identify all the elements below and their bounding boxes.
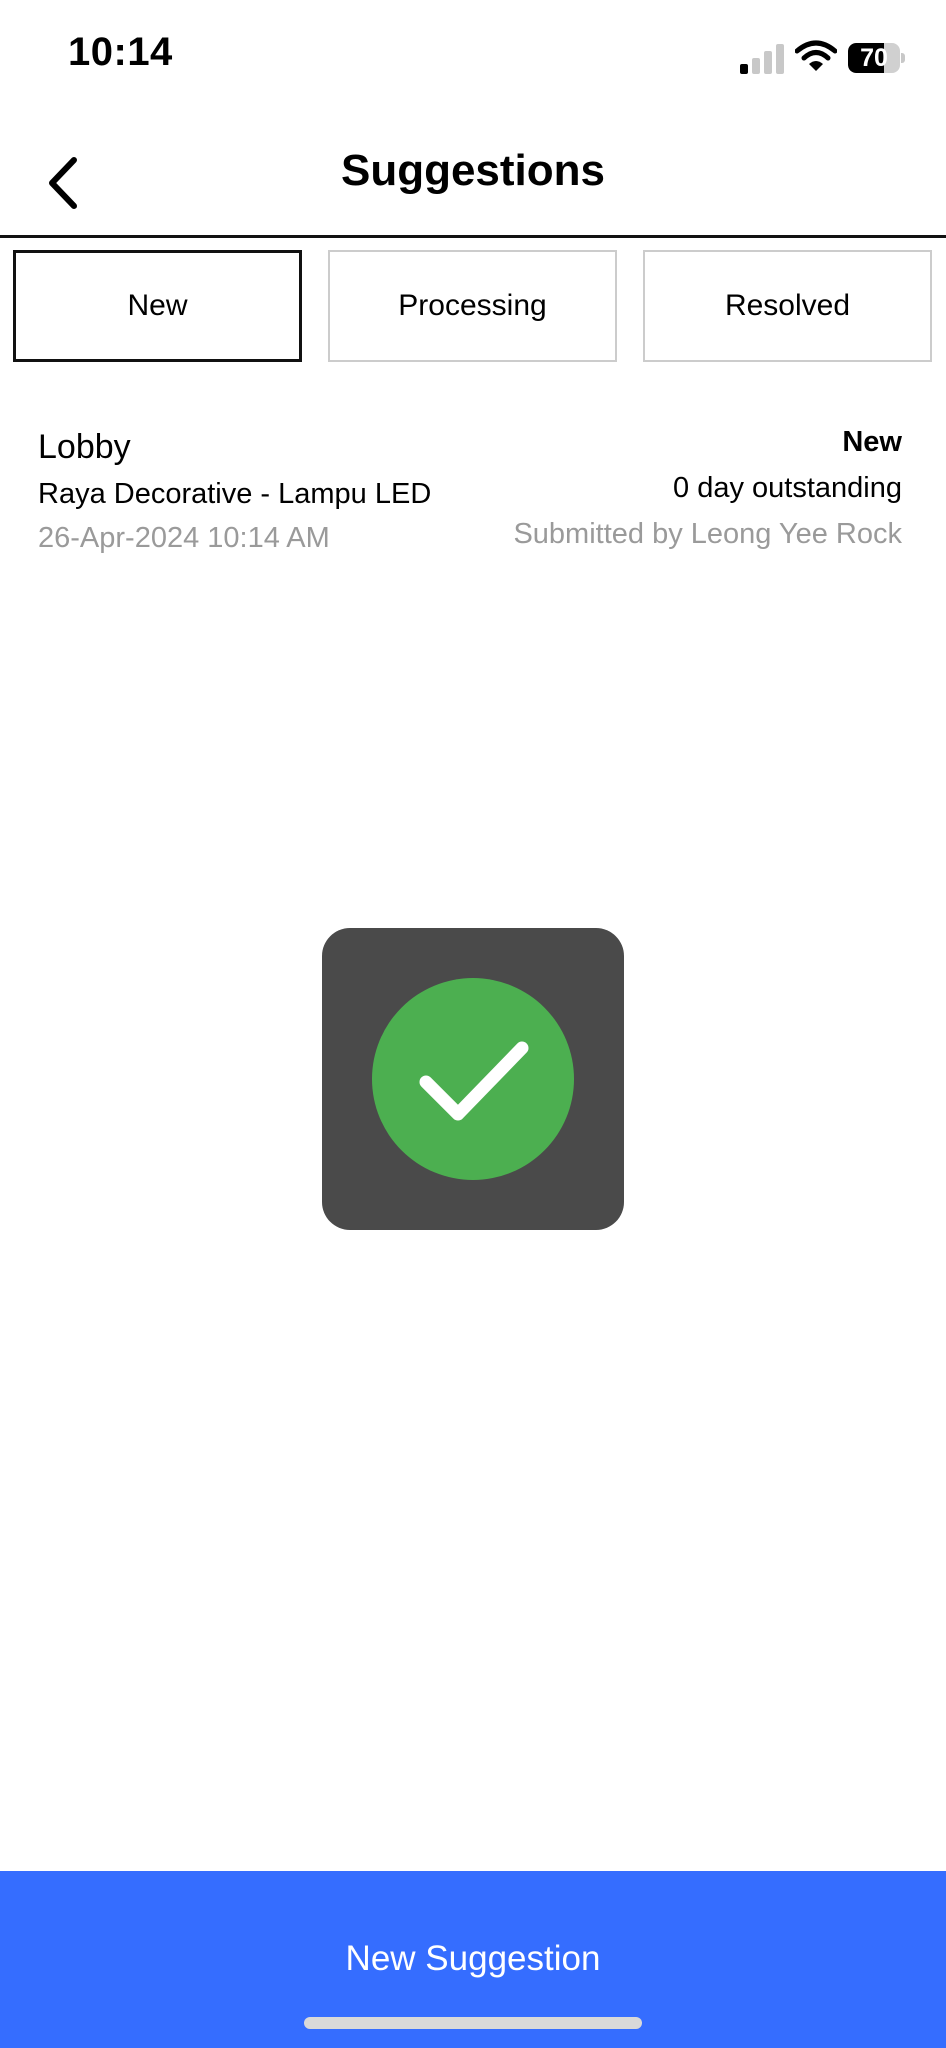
cellular-signal-icon [740, 44, 784, 74]
suggestion-title: Raya Decorative - Lampu LED [38, 478, 432, 510]
suggestion-list-item[interactable]: Lobby Raya Decorative - Lampu LED 26-Apr… [0, 420, 946, 570]
suggestion-status: New [842, 426, 902, 458]
suggestion-outstanding: 0 day outstanding [673, 472, 902, 504]
tab-label: New [127, 289, 188, 322]
tab-label: Resolved [724, 289, 851, 322]
success-toast [322, 928, 624, 1230]
status-time: 10:14 [68, 30, 173, 74]
battery-icon: 70 [848, 43, 905, 73]
tab-bar: New Processing Resolved [0, 250, 946, 362]
status-bar: 10:14 70 [0, 0, 946, 110]
new-suggestion-label: New Suggestion [345, 1939, 601, 1978]
tab-new[interactable]: New [13, 250, 302, 362]
tab-processing[interactable]: Processing [328, 250, 617, 362]
header: Suggestions [0, 110, 946, 238]
suggestion-submitter: Submitted by Leong Yee Rock [513, 518, 902, 550]
success-circle [372, 978, 574, 1180]
home-indicator[interactable] [304, 2017, 642, 2029]
tab-label: Processing [398, 289, 547, 322]
wifi-icon [794, 40, 838, 74]
checkmark-icon [419, 1041, 529, 1121]
new-suggestion-button[interactable]: New Suggestion [0, 1871, 946, 2048]
battery-level: 70 [860, 44, 888, 72]
tab-resolved[interactable]: Resolved [643, 250, 932, 362]
page-title: Suggestions [340, 146, 606, 195]
suggestion-location: Lobby [38, 428, 131, 466]
suggestion-date: 26-Apr-2024 10:14 AM [38, 522, 330, 554]
